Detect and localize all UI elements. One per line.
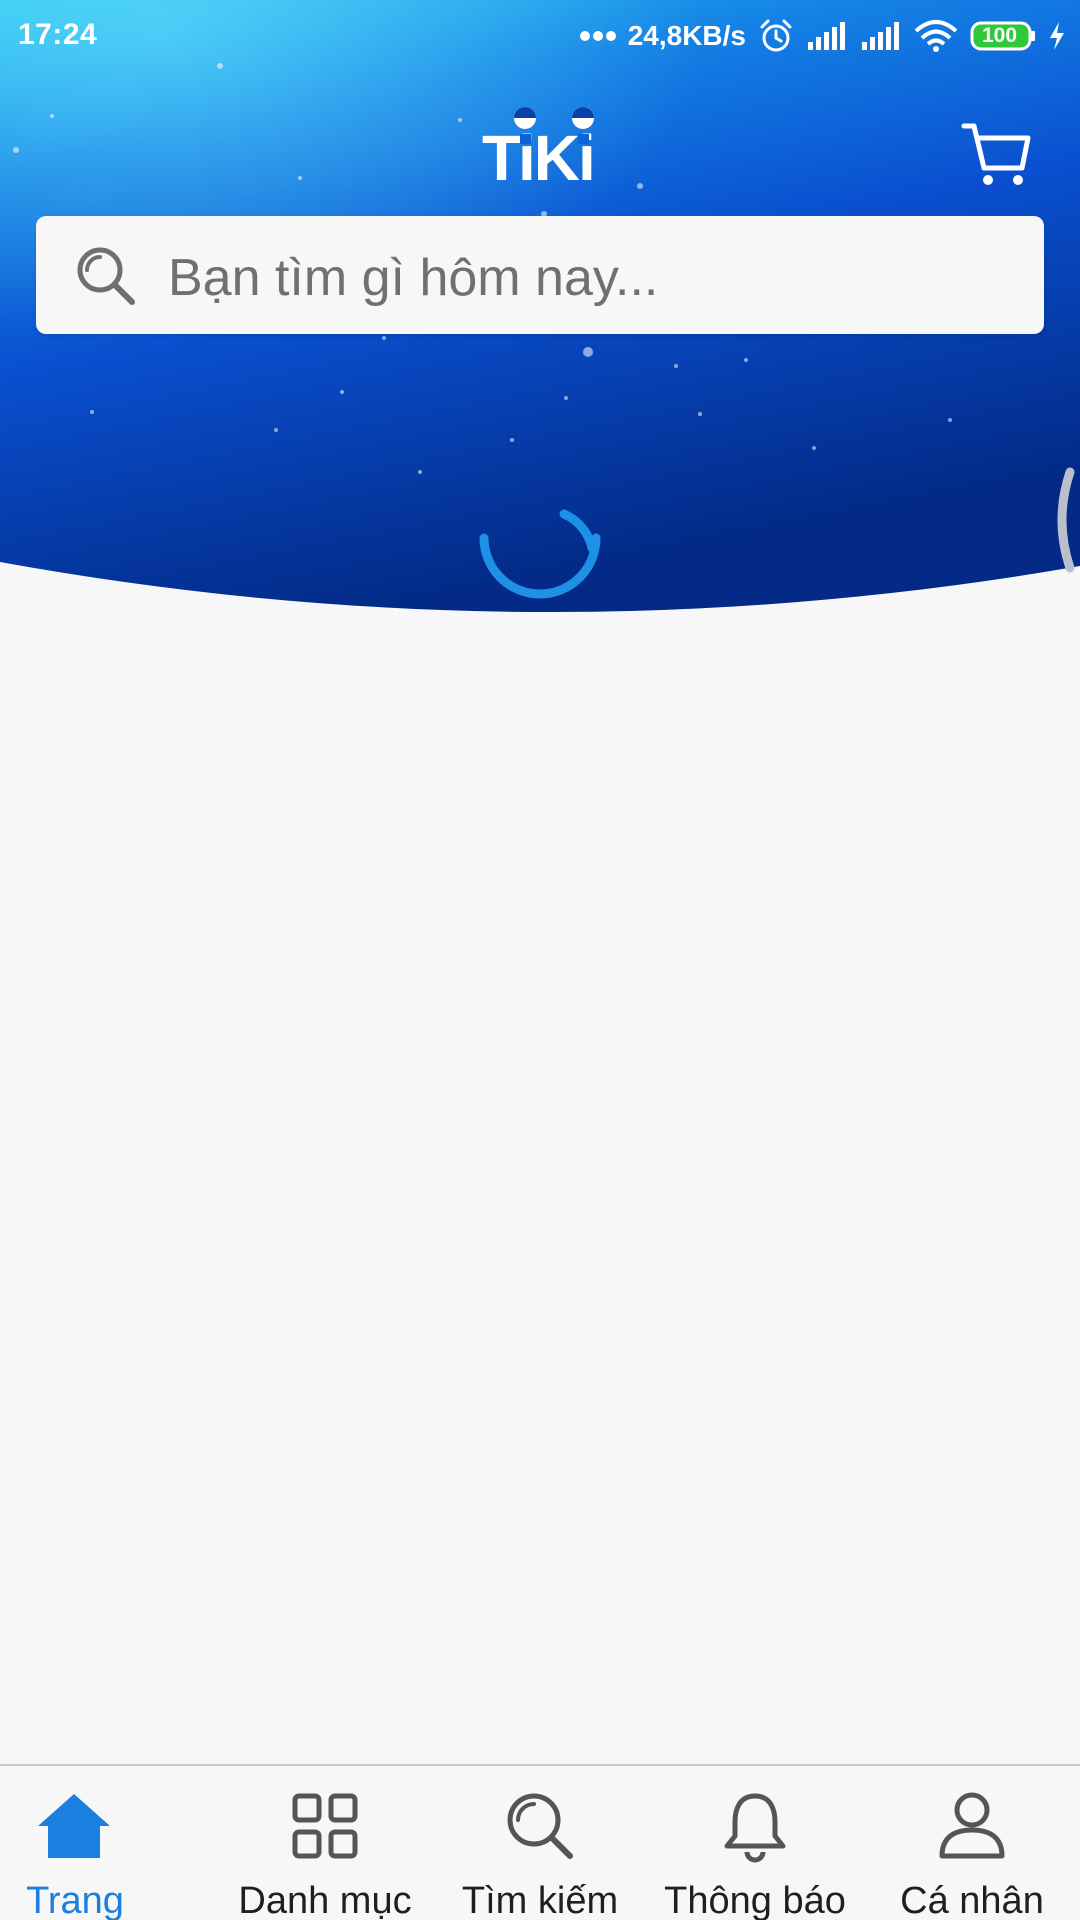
grid-icon [285, 1786, 365, 1866]
battery-icon: 100 [970, 21, 1036, 51]
signal-icon [860, 20, 902, 52]
alarm-icon [758, 18, 794, 54]
loading-spinner [476, 502, 604, 606]
tiki-logo: TiKi [480, 100, 600, 194]
svg-text:TiKi: TiKi [482, 122, 594, 190]
nav-item-home[interactable]: Trang [0, 1766, 150, 1920]
signal-icon [806, 20, 848, 52]
charging-icon [1048, 21, 1066, 51]
app-screen: 17:24 24,8KB/s 100 TiKi Bạn tìm gì hôm n… [0, 0, 1080, 1920]
refresh-indicator [1046, 464, 1080, 576]
nav-label-home: Trang [26, 1880, 124, 1920]
status-time: 17:24 [18, 18, 98, 51]
nav-label-categories: Danh mục [238, 1880, 412, 1920]
status-icons: 24,8KB/s 100 [579, 14, 1066, 58]
nav-item-notifications[interactable]: Thông báo [652, 1766, 858, 1920]
home-icon [34, 1786, 114, 1866]
user-icon [932, 1786, 1012, 1866]
nav-label-search: Tìm kiếm [461, 1880, 619, 1920]
wifi-icon [914, 19, 958, 53]
nav-item-search[interactable]: Tìm kiếm [440, 1766, 640, 1920]
network-speed: 24,8KB/s [627, 20, 746, 51]
status-bar: 17:24 24,8KB/s 100 [0, 0, 1080, 72]
more-dots-icon [579, 30, 616, 42]
search-icon [74, 244, 138, 308]
battery-level: 100 [982, 24, 1018, 47]
nav-item-profile[interactable]: Cá nhân [886, 1766, 1058, 1920]
search-icon [500, 1786, 580, 1866]
nav-label-notifications: Thông báo [664, 1880, 846, 1920]
nav-label-profile: Cá nhân [900, 1880, 1044, 1920]
bell-icon [715, 1786, 795, 1866]
search-input[interactable]: Bạn tìm gì hôm nay... [168, 248, 658, 308]
cart-icon[interactable] [960, 118, 1032, 190]
bottom-nav: Trang Danh mục Tìm kiếm Thông báo Cá nhâ… [0, 1764, 1080, 1920]
nav-item-categories[interactable]: Danh mục [220, 1766, 430, 1920]
